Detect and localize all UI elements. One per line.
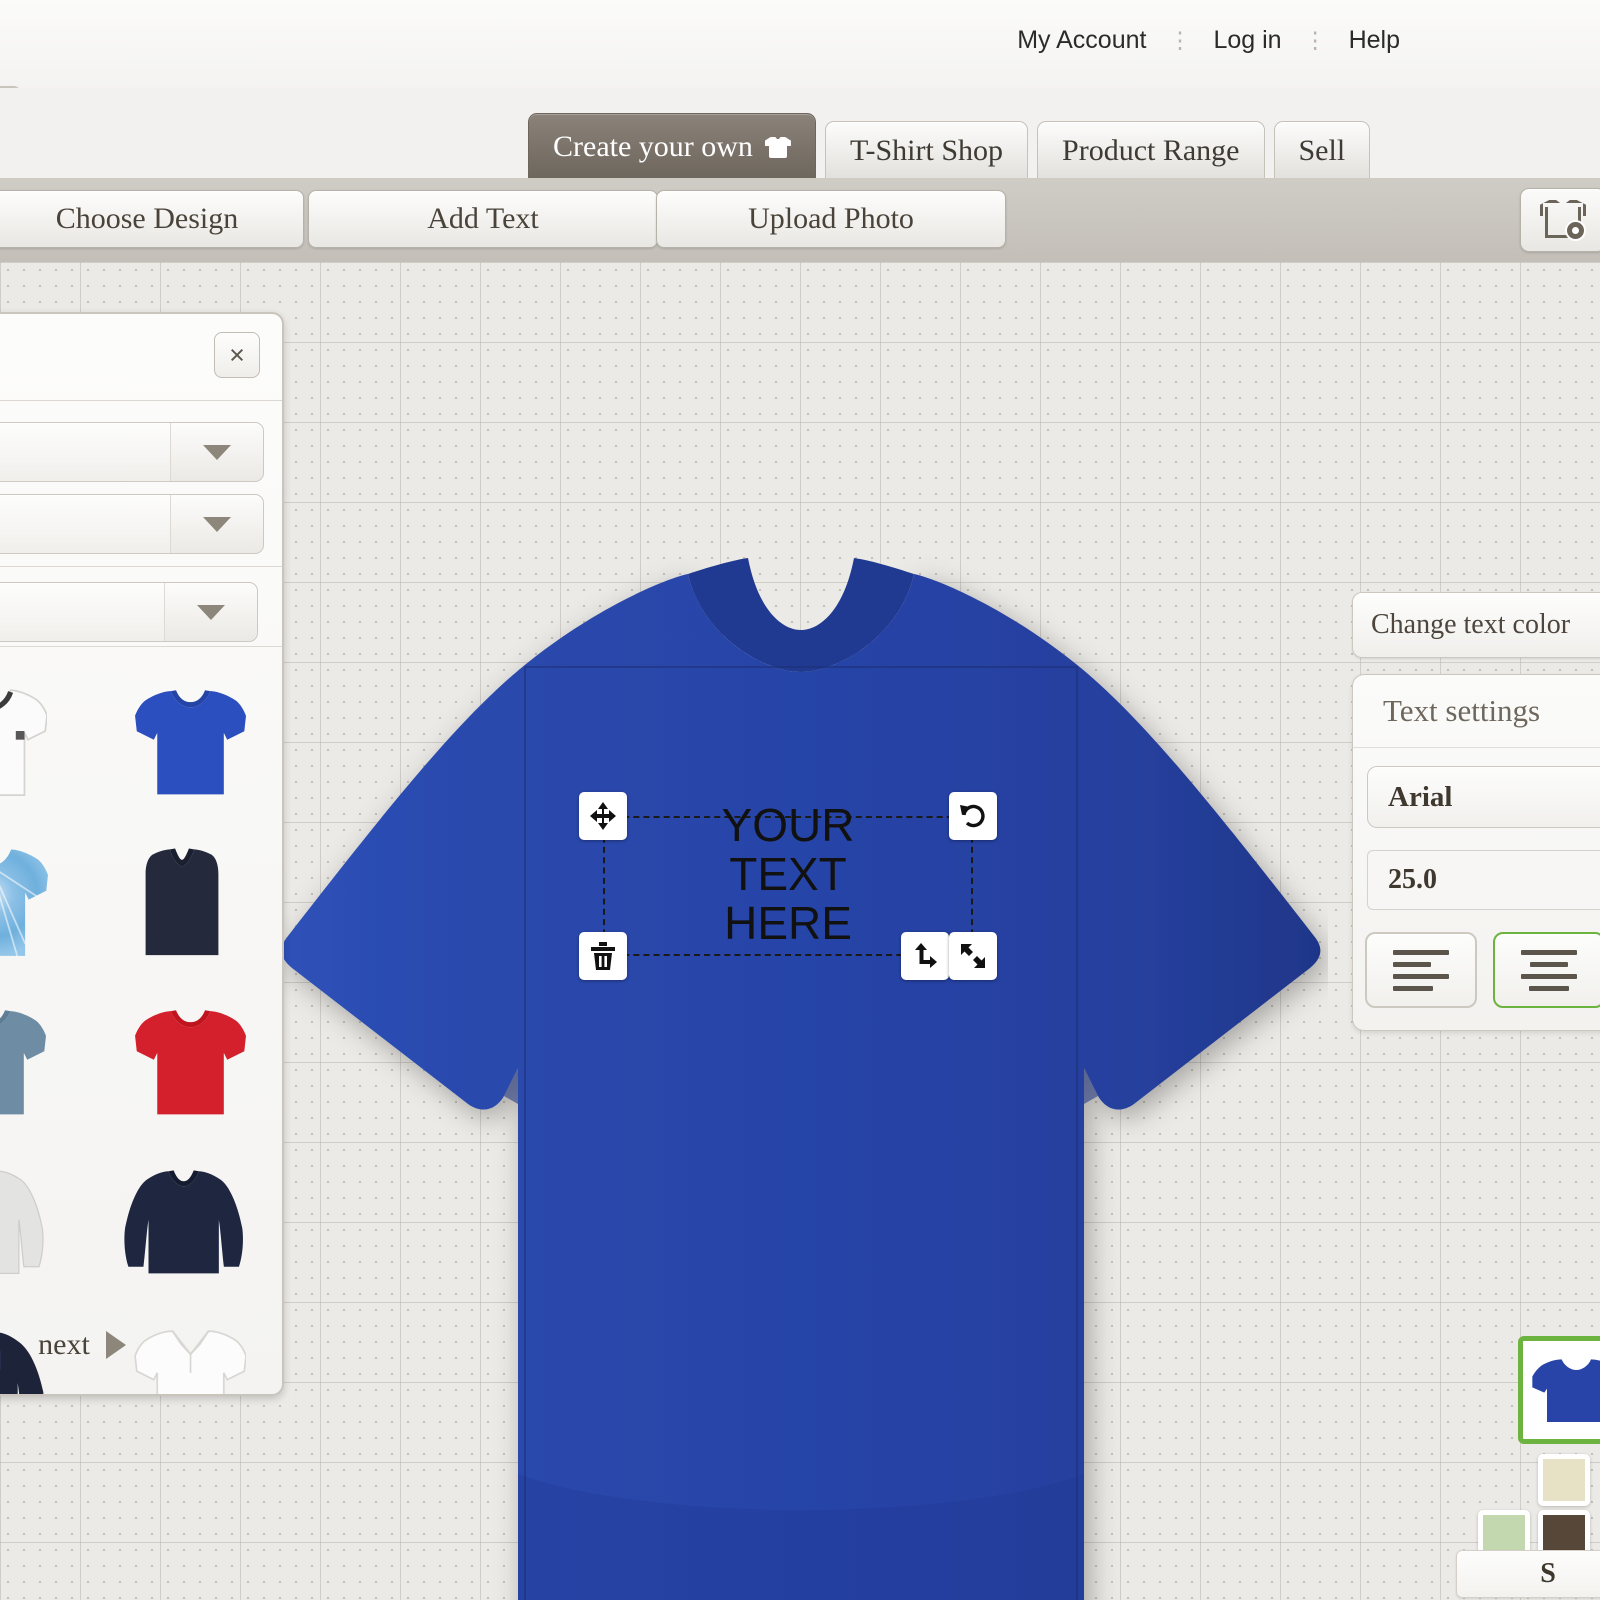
product-grid — [0, 654, 282, 1394]
nav-separator: ⋮ — [1303, 27, 1327, 53]
panel-divider — [0, 400, 282, 401]
rotate-handle[interactable] — [949, 792, 997, 840]
tab-label: T-Shirt Shop — [849, 134, 1004, 167]
tab-tshirt-shop[interactable]: T-Shirt Shop — [824, 121, 1029, 180]
color-swatch-cream[interactable] — [1538, 1454, 1590, 1506]
tab-product-range[interactable]: Product Range — [1037, 121, 1265, 180]
add-text-button[interactable]: Add Text — [308, 190, 658, 248]
blue-tee-thumbnail-icon — [1532, 1359, 1600, 1422]
product-item-blue-tee[interactable] — [82, 668, 282, 820]
resize-handle[interactable] — [949, 932, 997, 980]
main-tabs: Create your own T-Shirt Shop Product Ran… — [528, 113, 1371, 180]
product-item-red-tee[interactable] — [82, 988, 282, 1140]
product-thumbnail[interactable] — [1518, 1336, 1600, 1444]
product-item-grey-longsleeve[interactable] — [0, 1148, 82, 1300]
red-tee-icon — [135, 1010, 246, 1115]
choose-design-button[interactable]: Choose Design — [0, 190, 304, 248]
flip-handle[interactable] — [901, 932, 949, 980]
blue-tee-icon — [135, 690, 246, 795]
shirt-gear-icon — [1540, 200, 1586, 240]
tab-label: Create your own — [553, 130, 753, 163]
product-item-navy-tank-top[interactable] — [82, 828, 282, 980]
product-item-slate-tee[interactable] — [0, 988, 82, 1140]
align-left-icon — [1393, 949, 1449, 991]
next-page-link[interactable]: next — [0, 1328, 282, 1362]
tab-label: Sell — [1298, 134, 1346, 167]
tab-sell[interactable]: Sell — [1273, 121, 1371, 180]
delete-handle[interactable] — [579, 932, 627, 980]
shirt-graphic — [281, 558, 1321, 1600]
text-settings-panel: Change text color Text settings Arial 25… — [1352, 592, 1600, 1031]
text-align-group — [1365, 932, 1600, 1008]
chevron-down-icon — [164, 583, 257, 641]
panel-divider — [0, 646, 282, 647]
change-text-color-button[interactable]: Change text color — [1352, 592, 1600, 658]
product-type-select[interactable] — [0, 422, 264, 482]
close-panel-button[interactable]: × — [214, 332, 260, 378]
grey-longsleeve-icon — [0, 1170, 44, 1275]
navy-longsleeve-icon — [124, 1170, 243, 1274]
chevron-right-icon — [105, 1331, 126, 1359]
app-root: My Account ⋮ Log in ⋮ Help Create your o… — [0, 0, 1600, 1600]
editor-toolbar: Choose Design Add Text Upload Photo — [0, 180, 1600, 264]
tshirt-icon — [765, 134, 791, 160]
tab-label: Product Range — [1062, 134, 1240, 167]
resize-diagonal-icon — [961, 944, 985, 968]
panel-rule — [1353, 747, 1600, 748]
top-navigation: My Account ⋮ Log in ⋮ Help — [995, 26, 1422, 55]
chevron-down-icon — [170, 495, 263, 553]
nav-my-account[interactable]: My Account — [995, 26, 1168, 55]
flip-arrows-icon — [915, 943, 937, 968]
top-bar: My Account ⋮ Log in ⋮ Help — [0, 0, 1600, 88]
align-center-button[interactable] — [1493, 932, 1600, 1008]
trash-icon — [591, 942, 615, 970]
size-button-s[interactable]: S — [1456, 1550, 1600, 1598]
font-family-select[interactable]: Arial — [1367, 766, 1600, 828]
text-settings-card: Text settings Arial 25.0 — [1352, 674, 1600, 1031]
product-item-white-ringer-tee[interactable] — [0, 668, 82, 820]
design-text[interactable]: YOUR TEXT HERE — [603, 801, 973, 948]
white-ringer-tee-icon — [0, 689, 47, 796]
align-left-button[interactable] — [1365, 932, 1477, 1008]
lightblue-tiedye-tee-icon — [0, 849, 48, 957]
slate-tee-icon — [0, 1010, 46, 1115]
product-colors-select[interactable]: lors — [0, 582, 258, 642]
move-handle[interactable] — [579, 792, 627, 840]
shirt-preview[interactable]: YOUR TEXT HERE — [268, 544, 1328, 1600]
align-center-icon — [1521, 949, 1577, 991]
product-settings-button[interactable] — [1520, 188, 1600, 252]
main-tab-strip: Create your own T-Shirt Shop Product Ran… — [0, 88, 1600, 180]
next-label: next — [38, 1328, 90, 1361]
chevron-down-icon — [170, 423, 263, 481]
product-item-navy-longsleeve[interactable] — [82, 1148, 282, 1300]
product-brand-select[interactable] — [0, 494, 264, 554]
nav-log-in[interactable]: Log in — [1191, 26, 1303, 55]
tab-create-your-own[interactable]: Create your own — [528, 113, 816, 180]
rotate-icon — [960, 804, 985, 828]
nav-help[interactable]: Help — [1327, 26, 1422, 55]
text-settings-title: Text settings — [1383, 693, 1541, 728]
upload-photo-button[interactable]: Upload Photo — [656, 190, 1006, 248]
product-chooser-panel: × lors — [0, 312, 284, 1396]
panel-divider — [0, 566, 282, 567]
product-item-tiedye-tee[interactable] — [0, 828, 82, 980]
select-value: lors — [0, 596, 164, 628]
nav-separator: ⋮ — [1168, 27, 1192, 53]
font-size-input[interactable]: 25.0 — [1367, 850, 1600, 910]
navy-tank-top-icon — [145, 848, 219, 956]
design-canvas[interactable]: YOUR TEXT HERE Change text color Text se… — [0, 262, 1600, 1600]
move-icon — [590, 802, 616, 830]
text-design-object[interactable]: YOUR TEXT HERE — [579, 792, 997, 980]
